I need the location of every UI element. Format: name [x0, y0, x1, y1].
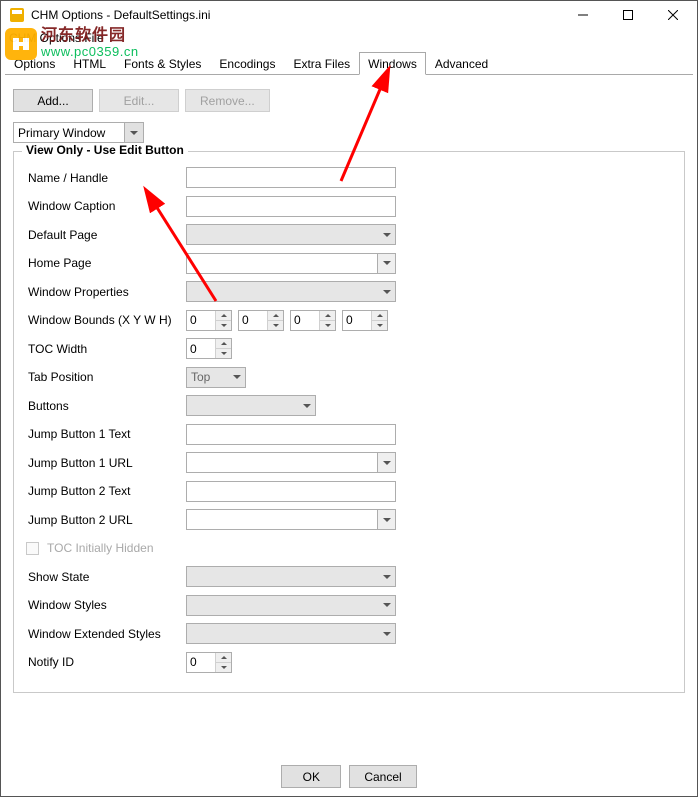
label-window-bounds: Window Bounds (X Y W H): [26, 313, 186, 327]
buttons-combo[interactable]: [186, 395, 316, 416]
view-only-group: View Only - Use Edit Button Name / Handl…: [13, 151, 685, 693]
spin-up-icon: [377, 314, 383, 317]
primary-window-select-row: [13, 122, 685, 143]
tab-fonts-styles[interactable]: Fonts & Styles: [115, 52, 210, 74]
bounds-h-input[interactable]: 0: [342, 310, 388, 331]
close-button[interactable]: [650, 1, 695, 29]
window-properties-combo[interactable]: [186, 281, 396, 302]
chevron-down-icon: [303, 404, 311, 408]
chevron-down-icon: [130, 131, 138, 135]
add-button[interactable]: Add...: [13, 89, 93, 112]
jb1-url-combo[interactable]: [186, 452, 396, 473]
caption-input[interactable]: [186, 196, 396, 217]
minimize-button[interactable]: [560, 1, 605, 29]
chevron-down-icon: [383, 461, 391, 465]
cancel-button[interactable]: Cancel: [349, 765, 416, 788]
tab-encodings[interactable]: Encodings: [210, 52, 284, 74]
bounds-x-input[interactable]: 0: [186, 310, 232, 331]
label-jb2-text: Jump Button 2 Text: [26, 484, 186, 498]
label-notify-id: Notify ID: [26, 655, 186, 669]
spin-down-icon: [325, 324, 331, 327]
remove-button: Remove...: [185, 89, 270, 112]
chevron-down-icon: [233, 375, 241, 379]
spin-up-icon: [221, 342, 227, 345]
label-jb2-url: Jump Button 2 URL: [26, 513, 186, 527]
edit-button: Edit...: [99, 89, 179, 112]
spin-down-icon: [273, 324, 279, 327]
label-jb1-url: Jump Button 1 URL: [26, 456, 186, 470]
chevron-down-icon: [383, 575, 391, 579]
chevron-down-icon: [383, 603, 391, 607]
toc-width-input[interactable]: 0: [186, 338, 232, 359]
notify-id-input[interactable]: 0: [186, 652, 232, 673]
window: CHM Options - DefaultSettings.ini CHM Op…: [0, 0, 698, 797]
spin-up-icon: [273, 314, 279, 317]
label-name: Name / Handle: [26, 171, 186, 185]
chevron-down-icon: [383, 261, 391, 265]
tab-strip: Options HTML Fonts & Styles Encodings Ex…: [5, 51, 693, 75]
spin-up-icon: [325, 314, 331, 317]
tab-windows[interactable]: Windows: [359, 52, 426, 75]
spin-down-icon: [221, 666, 227, 669]
label-jb1-text: Jump Button 1 Text: [26, 427, 186, 441]
window-extended-styles-combo[interactable]: [186, 623, 396, 644]
label-buttons: Buttons: [26, 399, 186, 413]
jb2-url-combo[interactable]: [186, 509, 396, 530]
menu-item-chm-options-file[interactable]: CHM Options File: [1, 29, 697, 49]
tab-extra-files[interactable]: Extra Files: [284, 52, 359, 74]
tab-position-combo[interactable]: Top: [186, 367, 246, 388]
label-window-properties: Window Properties: [26, 285, 186, 299]
toolbar: Add... Edit... Remove...: [13, 89, 685, 112]
label-default-page: Default Page: [26, 228, 186, 242]
spin-up-icon: [221, 314, 227, 317]
app-icon: [9, 7, 25, 23]
home-page-combo[interactable]: [186, 253, 396, 274]
group-legend: View Only - Use Edit Button: [22, 143, 188, 157]
label-show-state: Show State: [26, 570, 186, 584]
window-title: CHM Options - DefaultSettings.ini: [31, 8, 560, 22]
body: Add... Edit... Remove... View Only - Use…: [5, 81, 693, 752]
label-tab-position: Tab Position: [26, 370, 186, 384]
default-page-combo[interactable]: [186, 224, 396, 245]
bounds-y-input[interactable]: 0: [238, 310, 284, 331]
window-styles-combo[interactable]: [186, 595, 396, 616]
titlebar: CHM Options - DefaultSettings.ini: [1, 1, 697, 29]
chevron-down-icon: [383, 233, 391, 237]
label-toc-hidden: TOC Initially Hidden: [45, 541, 154, 555]
label-toc-width: TOC Width: [26, 342, 186, 356]
label-caption: Window Caption: [26, 199, 186, 213]
ok-button[interactable]: OK: [281, 765, 341, 788]
chevron-down-icon: [383, 518, 391, 522]
tab-options[interactable]: Options: [5, 52, 64, 74]
spin-down-icon: [221, 352, 227, 355]
primary-window-dropdown-button[interactable]: [124, 122, 144, 143]
bounds-w-input[interactable]: 0: [290, 310, 336, 331]
spin-down-icon: [377, 324, 383, 327]
label-window-styles: Window Styles: [26, 598, 186, 612]
label-home-page: Home Page: [26, 256, 186, 270]
spin-up-icon: [221, 656, 227, 659]
label-extended-styles: Window Extended Styles: [26, 627, 186, 641]
name-input[interactable]: [186, 167, 396, 188]
jb2-text-input[interactable]: [186, 481, 396, 502]
toc-hidden-checkbox: [26, 542, 39, 555]
jb1-text-input[interactable]: [186, 424, 396, 445]
maximize-button[interactable]: [605, 1, 650, 29]
tab-html[interactable]: HTML: [64, 52, 115, 74]
spin-down-icon: [221, 324, 227, 327]
tab-advanced[interactable]: Advanced: [426, 52, 497, 74]
chevron-down-icon: [383, 632, 391, 636]
primary-window-select[interactable]: [13, 122, 125, 143]
dialog-buttons: OK Cancel: [1, 765, 697, 788]
chevron-down-icon: [383, 290, 391, 294]
show-state-combo[interactable]: [186, 566, 396, 587]
